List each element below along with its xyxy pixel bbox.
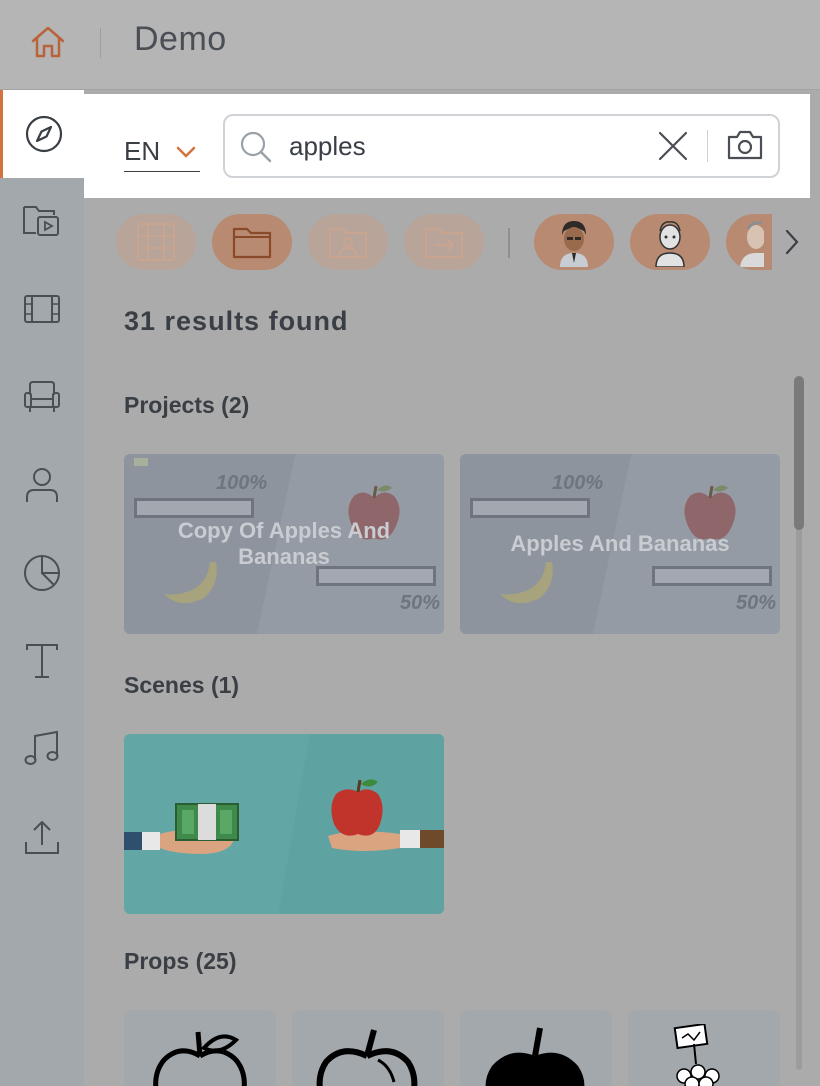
apple-silhouette-image [485, 1027, 585, 1086]
project-card[interactable]: 100% 50% Copy Of Apples And Bananas [124, 454, 444, 634]
home-button[interactable] [24, 20, 72, 64]
props-section-title: Props (25) [124, 948, 237, 974]
project-card[interactable]: 100% 50% Apples And Bananas [460, 454, 780, 634]
apple-outline-image [316, 1029, 418, 1086]
folder-video-icon [23, 206, 59, 236]
scrollbar-thumb[interactable] [794, 376, 804, 530]
prop-card[interactable] [460, 1010, 612, 1086]
filters-next-button[interactable] [784, 228, 800, 261]
projects-section-title: Projects (2) [124, 392, 250, 418]
film-icon [24, 295, 60, 323]
prop-card[interactable] [124, 1010, 276, 1086]
top-bar: Demo [0, 0, 820, 90]
filter-chip-moved[interactable] [404, 214, 484, 270]
prop-card[interactable] [292, 1010, 444, 1086]
search-bar: EN [84, 94, 810, 198]
folder-icon [232, 227, 272, 259]
apple-crate-image [673, 1024, 720, 1086]
upload-icon [25, 820, 59, 854]
chevron-down-icon [176, 146, 196, 158]
search-input[interactable] [289, 128, 649, 164]
sidebar-item-props[interactable] [0, 362, 84, 432]
sidebar-item-charts[interactable] [0, 538, 84, 608]
project-title: Apples And Bananas [510, 531, 730, 556]
sidebar-item-text[interactable] [0, 626, 84, 696]
title-divider [100, 28, 101, 58]
sidebar-item-upload[interactable] [0, 802, 84, 872]
language-select[interactable]: EN [124, 132, 200, 172]
pie-chart-icon [24, 555, 60, 591]
hand-with-apple-image [328, 779, 444, 851]
filter-chip-character-2[interactable] [630, 214, 710, 270]
project-title: Copy Of Apples And Bananas [177, 518, 391, 569]
compass-icon [25, 115, 62, 153]
language-value: EN [124, 136, 161, 166]
filter-chip-character-3[interactable] [726, 214, 772, 270]
search-field [223, 114, 780, 178]
results-count: 31 results found [124, 306, 349, 336]
character-avatar-icon [655, 221, 685, 267]
sidebar [0, 90, 84, 1086]
character-avatar-icon [740, 221, 764, 267]
apple-outline-image [153, 1031, 247, 1086]
chevron-right-icon [785, 229, 799, 255]
filter-chips [116, 214, 820, 270]
search-icon [240, 131, 272, 163]
clear-search-button[interactable] [657, 130, 689, 167]
home-icon [31, 26, 65, 58]
chip-divider [508, 228, 510, 258]
page-title: Demo [134, 20, 227, 58]
music-note-icon [24, 730, 59, 765]
folder-user-icon [329, 228, 367, 258]
image-search-button[interactable] [725, 128, 765, 167]
filter-chip-character-1[interactable] [534, 214, 614, 270]
sidebar-item-characters[interactable] [0, 450, 84, 520]
close-icon [658, 131, 688, 161]
sidebar-item-projects[interactable] [0, 186, 84, 256]
prop-card[interactable] [628, 1010, 780, 1086]
character-avatar-icon [560, 221, 588, 267]
scenes-section-title: Scenes (1) [124, 672, 240, 698]
folder-arrow-icon [425, 228, 463, 258]
filter-chip-projects[interactable] [212, 214, 292, 270]
person-icon [26, 468, 58, 502]
text-icon [26, 644, 58, 678]
filter-chip-shared[interactable] [308, 214, 388, 270]
sidebar-item-explore[interactable] [0, 90, 84, 178]
scene-card[interactable] [124, 734, 444, 914]
results-scrollbar[interactable] [792, 376, 806, 1070]
camera-icon [727, 130, 763, 160]
hand-with-money-image [124, 803, 239, 854]
sidebar-item-audio[interactable] [0, 714, 84, 784]
search-divider [707, 130, 708, 162]
filter-chip-scenes[interactable] [116, 214, 196, 270]
film-strip-icon [137, 223, 175, 261]
armchair-icon [24, 381, 60, 412]
sidebar-item-scenes[interactable] [0, 274, 84, 344]
